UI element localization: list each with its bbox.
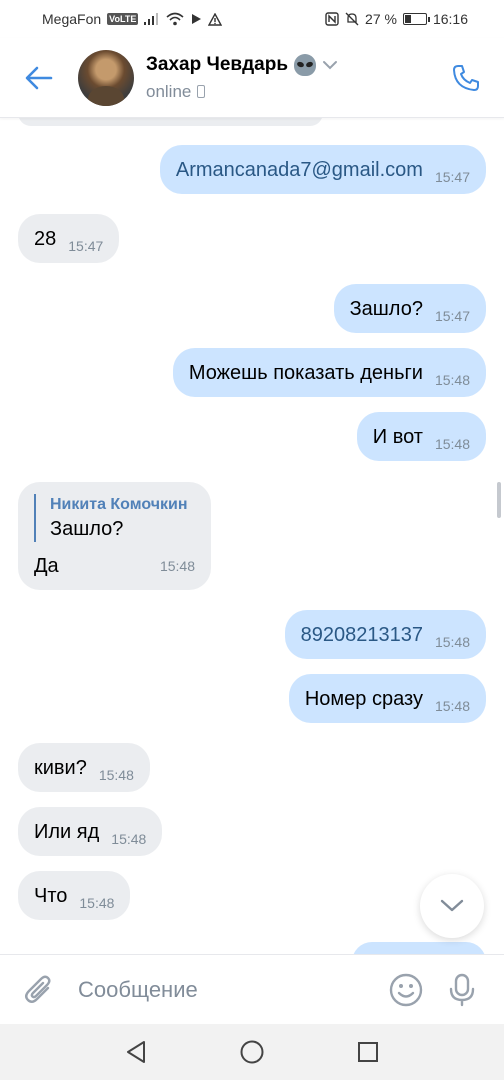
circle-home-icon — [240, 1040, 264, 1064]
message-time: 15:48 — [159, 558, 195, 574]
mobile-device-icon — [197, 85, 206, 98]
message-text: Зашло? — [349, 298, 423, 320]
contact-name: Захар Чевдарь — [146, 53, 288, 75]
battery-percent: 27 % — [365, 11, 397, 27]
message-time: 15:48 — [434, 436, 470, 452]
play-icon — [192, 14, 202, 24]
chevron-down-icon[interactable] — [322, 60, 338, 70]
message-text: 28 — [34, 228, 57, 250]
message-time: 15:48 — [98, 767, 134, 783]
microphone-icon — [449, 973, 475, 1006]
message-bubble-incoming[interactable]: Или яд 15:48 — [18, 807, 163, 856]
message-text[interactable]: Armancanada7@gmail.com — [176, 158, 423, 182]
nav-back-button[interactable] — [119, 1035, 153, 1069]
reply-text: Зашло? — [50, 518, 124, 540]
signal-icon — [144, 13, 159, 25]
message-time: 15:48 — [79, 895, 115, 911]
message-text: И вот — [372, 426, 423, 448]
carrier-label: MegaFon — [42, 11, 102, 27]
message-bubble-outgoing[interactable]: Можешь показать деньги 15:48 — [172, 348, 486, 397]
message-bubble-reply[interactable]: Никита Комочкин Зашло? Да 15:48 — [18, 482, 211, 590]
message-bubble-incoming[interactable]: Что 15:48 — [18, 871, 131, 920]
clock: 16:16 — [432, 11, 468, 27]
attach-button[interactable] — [0, 955, 78, 1025]
message-text: Или яд — [34, 821, 100, 843]
message-text: киви? — [34, 757, 87, 779]
message-time: 15:47 — [68, 238, 104, 254]
warning-icon — [208, 12, 223, 26]
message-text: Да — [34, 555, 59, 577]
message-time: 15:47 — [434, 308, 470, 324]
voice-message-button[interactable] — [434, 955, 490, 1025]
message-input[interactable] — [78, 976, 378, 1003]
paperclip-icon — [25, 975, 51, 1003]
back-button[interactable] — [0, 38, 78, 118]
emoji-button[interactable] — [378, 955, 434, 1025]
battery-icon — [402, 13, 430, 25]
nav-recents-button[interactable] — [351, 1035, 385, 1069]
phone-number-link[interactable]: 89208213137 — [301, 623, 423, 647]
message-bubble-incoming[interactable]: 28 15:47 — [18, 214, 120, 263]
message-list[interactable]: Armancanada7@gmail.com 15:47 28 15:47 Зашл… — [0, 118, 504, 954]
call-button[interactable] — [446, 58, 486, 98]
message-time: 15:48 — [434, 698, 470, 714]
message-bubble-outgoing[interactable]: Номер сразу 15:48 — [288, 674, 486, 723]
message-text: Номер сразу — [304, 688, 423, 710]
message-text: Можешь показать деньги — [188, 362, 423, 384]
message-bubble-outgoing[interactable]: 89208213137 15:48 — [284, 610, 486, 659]
contact-info[interactable]: Захар Чевдарь online — [146, 53, 338, 102]
message-bubble-outgoing[interactable]: Зашло? 15:47 — [333, 284, 486, 333]
message-bubble-outgoing[interactable]: Armancanada7@gmail.com 15:47 — [159, 145, 486, 194]
message-bubble-partial — [18, 118, 323, 126]
reply-quote[interactable]: Никита Комочкин Зашло? — [34, 494, 195, 542]
scrollbar[interactable] — [497, 482, 501, 518]
system-navigation-bar — [0, 1024, 504, 1080]
chevron-down-icon — [440, 899, 464, 912]
triangle-back-icon — [127, 1041, 145, 1063]
message-time: 15:47 — [434, 169, 470, 185]
message-time: 15:48 — [434, 372, 470, 388]
message-time: 15:48 — [434, 634, 470, 650]
message-bubble-outgoing[interactable]: И вот 15:48 — [356, 412, 486, 461]
avatar[interactable] — [78, 49, 134, 106]
online-status: online — [146, 81, 192, 101]
alien-emoji-icon — [294, 53, 316, 76]
scroll-to-bottom-button[interactable] — [420, 874, 484, 938]
back-arrow-icon — [25, 66, 53, 89]
nav-home-button[interactable] — [235, 1035, 269, 1069]
wifi-icon — [166, 12, 184, 26]
nfc-icon — [325, 12, 339, 26]
message-text: Что — [34, 885, 68, 907]
phone-icon — [453, 65, 479, 91]
smile-icon — [389, 973, 423, 1006]
square-recents-icon — [358, 1042, 378, 1062]
message-bubble-incoming[interactable]: киви? 15:48 — [18, 743, 150, 792]
mute-bell-icon — [345, 12, 359, 26]
chat-header: Захар Чевдарь online — [0, 38, 504, 118]
composer — [0, 954, 504, 1024]
message-time: 15:48 — [111, 831, 147, 847]
status-bar: MegaFon VoLTE 27 % 16:16 — [0, 0, 504, 38]
reply-author: Никита Комочкин — [50, 496, 188, 513]
message-bubble-partial — [352, 942, 486, 954]
volte-badge: VoLTE — [107, 13, 139, 25]
